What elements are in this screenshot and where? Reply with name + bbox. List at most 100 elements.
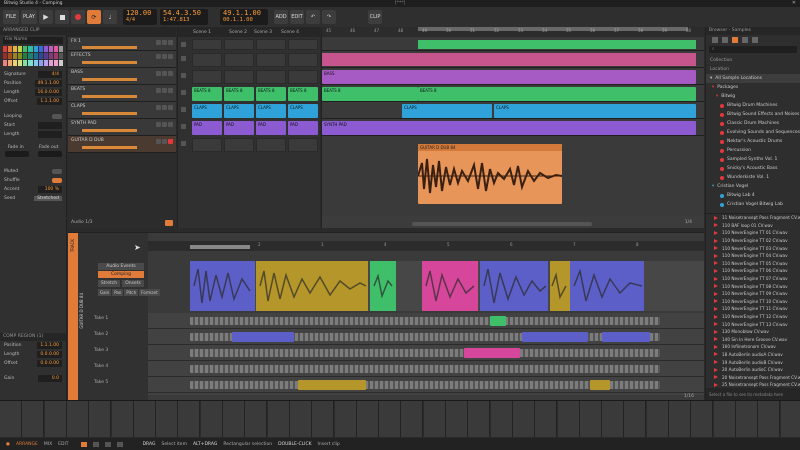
take-label[interactable]: Take 3 [88,343,148,359]
browser-all-locations[interactable]: ▾ All Sample Locations [706,74,800,83]
take-selected-region[interactable] [490,316,506,326]
comp-gain-value[interactable]: 0.0 [38,375,62,382]
track-volume-fader[interactable] [82,129,137,132]
note-key[interactable] [713,401,736,437]
browser-file-item[interactable]: 110 NeverEngine TT 11 CV.wav [706,305,800,313]
launcher-clip[interactable]: BEATS 8 [288,87,318,101]
note-key[interactable] [312,401,335,437]
browser-package-item[interactable]: Evolving Sounds and Sequences [706,128,800,137]
arm-button[interactable] [168,88,173,93]
note-key[interactable] [44,401,67,437]
browser-tab-file-icon[interactable] [752,37,758,43]
browser-bitwig[interactable]: ▾ Bitwig [706,92,800,101]
color-palette[interactable] [3,46,63,66]
launcher-slot[interactable] [192,39,222,50]
browser-file-item[interactable]: 110 BAF loop 01 CV.wav [706,222,800,230]
launcher-slot[interactable] [288,53,318,67]
muted-row[interactable]: Muted [0,167,66,176]
arrange-tab[interactable]: ARRANGE [16,442,38,447]
offset-value[interactable]: 1.1.1.00 [37,98,62,105]
mute-button[interactable] [156,54,161,59]
edit-button[interactable]: EDIT [290,10,304,24]
pan-tab[interactable]: Pan [112,289,124,296]
browser-package-item[interactable]: Classic Drum Machines [706,119,800,128]
note-key[interactable] [512,401,535,437]
launcher-slot[interactable] [224,39,254,50]
loop-length-value[interactable] [38,131,62,138]
browser-file-item[interactable]: 110 NeverEngine TT 12 CV.wav [706,313,800,321]
add-button[interactable]: ADD [274,10,288,24]
note-key[interactable] [780,401,800,437]
browser-user-item[interactable]: Cristian Vogel Bitwig Lab [706,200,800,209]
browser-file-item[interactable]: 20 AutoBerlin audioC CV.wav [706,366,800,374]
comping-button[interactable]: Comping [98,271,144,278]
panel-toggle-1[interactable] [80,441,87,447]
edit-tab[interactable]: EDIT [58,442,68,447]
track-beats[interactable]: BEATS [68,85,176,102]
slot-stop-icon[interactable] [181,141,186,146]
clip-beats-1[interactable]: BEATS 8 [322,87,418,101]
comp-position-value[interactable]: 1.1.1.00 [37,342,62,349]
comp-loop-bar[interactable] [190,245,250,249]
track-effects[interactable]: EFFECTS [68,51,176,68]
arm-button[interactable] [168,105,173,110]
browser-file-item[interactable]: 110 NeverEngine TT 10 CV.wav [706,298,800,306]
browser-tab-device-icon[interactable] [712,37,718,43]
scene-1[interactable]: Scene 1 [178,30,211,35]
track-volume-fader[interactable] [82,46,137,49]
gain-tab[interactable]: Gain [98,289,112,296]
position-row[interactable]: Position 49.1.1.00 [0,79,66,88]
solo-button[interactable] [162,88,167,93]
close-icon[interactable]: ✕ [792,0,796,6]
arm-button[interactable] [168,122,173,127]
browser-tab-clip-icon[interactable] [742,37,748,43]
solo-button[interactable] [162,54,167,59]
take-selected-region[interactable] [522,332,588,342]
track-volume-fader[interactable] [82,112,137,115]
pitch-tab[interactable]: Pitch [124,289,139,296]
browser-file-item[interactable]: 160 Inflinetronom CV.wav [706,343,800,351]
comp-tool-cursor[interactable]: ➤ [134,243,141,252]
launcher-slot[interactable] [288,138,318,152]
fade-in-value[interactable] [4,151,29,157]
launcher-clip[interactable]: BEATS 8 [256,87,286,101]
loop-start-row[interactable]: Start [0,121,66,130]
note-key[interactable] [602,401,625,437]
mute-button[interactable] [156,122,161,127]
note-key[interactable] [535,401,558,437]
note-key[interactable] [579,401,602,437]
loop-start-value[interactable] [38,122,62,129]
panel-toggle-2[interactable] [92,441,99,447]
note-key[interactable] [223,401,245,437]
launcher-clip[interactable]: PAD [224,121,254,135]
clip-pad[interactable]: SYNTH PAD [322,121,696,135]
file-button[interactable]: FILE [3,10,19,24]
launcher-slot[interactable] [256,53,286,67]
clip-guitar[interactable]: GUITAR D DUB 84 [418,144,562,204]
scene-4[interactable]: Scene 4 [277,30,310,35]
note-key[interactable] [267,401,290,437]
track-add-button[interactable] [165,220,173,226]
take-label[interactable]: Take 2 [88,327,148,343]
loop-region[interactable] [418,27,688,31]
clip-fx1[interactable] [418,40,696,49]
clip-effects[interactable] [322,53,696,66]
slot-stop-icon[interactable] [181,124,186,129]
seed-row[interactable]: Seed Stretched [0,194,66,203]
note-key[interactable] [646,401,669,437]
browser-package-item[interactable]: Nektar's Acoustic Drums [706,137,800,146]
launcher-clip[interactable]: CLAPS [192,104,222,118]
stretched-button[interactable]: Stretched [34,196,62,201]
solo-button[interactable] [162,105,167,110]
launcher-slot[interactable] [192,70,222,84]
browser-package-item[interactable]: Sampled Synths Vol. 1 [706,155,800,164]
take-selected-region[interactable] [464,348,520,358]
slot-stop-icon[interactable] [181,42,186,47]
launcher-slot[interactable] [256,138,286,152]
position-display[interactable]: 54.4.3.50 1:47.813 [160,9,208,25]
launcher-slot[interactable] [192,53,222,67]
panel-toggle-3[interactable] [104,441,111,447]
browser-search-input[interactable]: ⌕ [709,46,797,53]
length-value[interactable]: 16.0.0.00 [34,89,62,96]
note-key[interactable] [735,401,758,437]
